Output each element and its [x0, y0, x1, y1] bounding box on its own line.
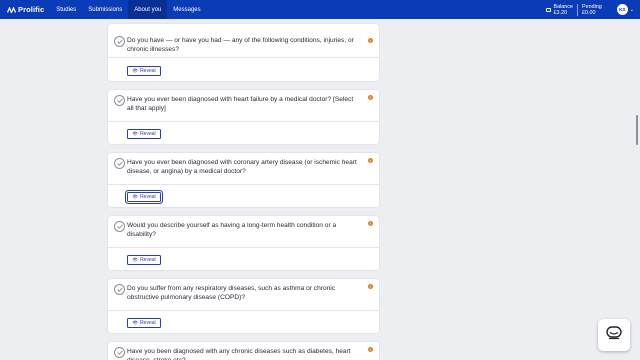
- reveal-button[interactable]: 👁 Reveal: [127, 192, 161, 202]
- question-text: Have you been diagnosed with any chronic…: [127, 348, 351, 360]
- wallet-icon: [545, 7, 551, 12]
- pending-value: £0.00: [582, 9, 596, 16]
- card-divider: [108, 184, 379, 185]
- info-icon[interactable]: !: [368, 38, 373, 43]
- nav-links: Studies Submissions About you Messages: [50, 0, 206, 19]
- card-divider: [108, 57, 379, 58]
- check-circle-icon: [114, 36, 125, 47]
- reveal-button[interactable]: 👁 Reveal: [127, 318, 161, 328]
- scrollbar-track[interactable]: [634, 19, 640, 360]
- question-card: Have you ever been diagnosed with heart …: [108, 90, 379, 144]
- balance[interactable]: Balance £3.20: [554, 4, 573, 16]
- check-circle-icon: [114, 347, 125, 358]
- question-card: Would you describe yourself as having a …: [108, 216, 379, 270]
- prolific-logo[interactable]: Prolific: [7, 5, 44, 14]
- eye-icon: 👁: [132, 320, 139, 325]
- info-icon[interactable]: !: [368, 347, 373, 352]
- question-card: Have you ever been diagnosed with corona…: [108, 153, 379, 207]
- brand-name: Prolific: [18, 5, 45, 14]
- info-icon[interactable]: !: [368, 284, 373, 289]
- question-text: Would you describe yourself as having a …: [127, 222, 337, 238]
- card-divider: [108, 310, 379, 311]
- reveal-label: Reveal: [140, 320, 156, 326]
- reveal-label: Reveal: [140, 257, 156, 263]
- check-circle-icon: [114, 284, 125, 295]
- question-card: Have you been diagnosed with any chronic…: [108, 342, 379, 360]
- check-circle-icon: [114, 158, 125, 169]
- question-card: Do you have — or have you had — any of t…: [108, 24, 379, 81]
- nav-about-you[interactable]: About you: [128, 0, 168, 19]
- info-icon[interactable]: !: [368, 158, 373, 163]
- card-divider: [108, 247, 379, 248]
- question-text: Have you ever been diagnosed with corona…: [127, 159, 357, 175]
- eye-icon: 👁: [132, 131, 139, 136]
- top-navigation: Prolific Studies Submissions About you M…: [0, 0, 640, 19]
- account-area: Balance £3.20 Pending £0.00 KS ⌄: [545, 0, 634, 19]
- check-circle-icon: [114, 221, 125, 232]
- balance-divider: [577, 3, 578, 16]
- chevron-down-icon[interactable]: ⌄: [630, 7, 634, 13]
- reveal-button[interactable]: 👁 Reveal: [127, 255, 161, 265]
- avatar[interactable]: KS: [616, 4, 628, 15]
- eye-icon: 👁: [132, 257, 139, 262]
- reveal-button[interactable]: 👁 Reveal: [127, 129, 161, 139]
- question-text: Do you suffer from any respiratory disea…: [127, 285, 336, 301]
- reveal-label: Reveal: [140, 131, 156, 137]
- question-text: Do you have — or have you had — any of t…: [127, 37, 354, 53]
- reveal-label: Reveal: [140, 68, 156, 74]
- help-chat-button[interactable]: [598, 319, 630, 351]
- nav-studies[interactable]: Studies: [50, 0, 82, 19]
- balance-value: £3.20: [553, 9, 568, 16]
- eye-icon: 👁: [132, 68, 139, 73]
- question-text: Have you ever been diagnosed with heart …: [127, 96, 354, 112]
- card-divider: [108, 121, 379, 122]
- balance-label: Balance: [553, 3, 573, 10]
- pending[interactable]: Pending £0.00: [582, 4, 602, 16]
- nav-submissions[interactable]: Submissions: [82, 0, 128, 19]
- check-circle-icon: [114, 95, 125, 106]
- reveal-button[interactable]: 👁 Reveal: [127, 66, 161, 76]
- info-icon[interactable]: !: [368, 221, 373, 226]
- eye-icon: 👁: [132, 194, 139, 199]
- chat-icon: [606, 325, 622, 345]
- prolific-logo-icon: [7, 6, 16, 13]
- info-icon[interactable]: !: [368, 95, 373, 100]
- nav-messages[interactable]: Messages: [167, 0, 206, 19]
- scrollbar-thumb[interactable]: [636, 115, 638, 145]
- question-card: Do you suffer from any respiratory disea…: [108, 279, 379, 333]
- pending-label: Pending: [582, 3, 602, 10]
- reveal-label: Reveal: [140, 194, 156, 200]
